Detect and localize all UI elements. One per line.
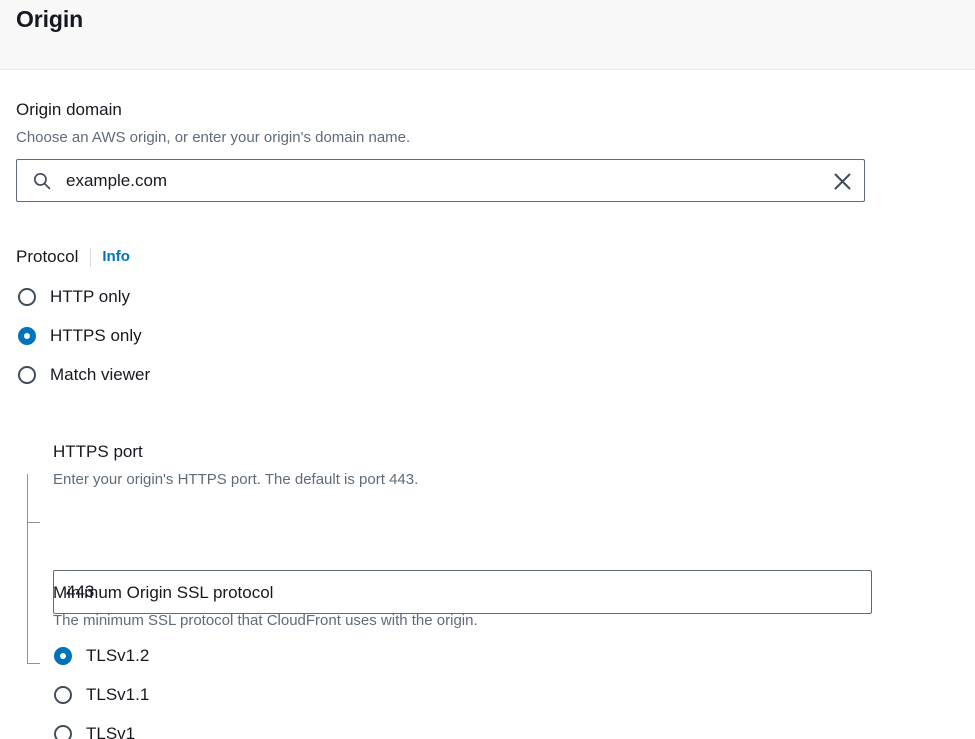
origin-domain-description: Choose an AWS origin, or enter your orig… <box>16 128 410 148</box>
origin-settings-panel: Origin Origin domain Choose an AWS origi… <box>0 0 975 739</box>
radio-label: HTTPS only <box>50 325 142 347</box>
page-title: Origin <box>16 5 83 33</box>
origin-domain-input-value[interactable]: example.com <box>66 169 167 193</box>
close-icon[interactable] <box>831 170 854 193</box>
radio-label: TLSv1 <box>86 723 135 739</box>
origin-domain-input-wrapper[interactable]: example.com <box>16 159 865 202</box>
radio-protocol-http-only[interactable]: HTTP only <box>18 285 130 309</box>
min-ssl-protocol-description: The minimum SSL protocol that CloudFront… <box>53 611 478 631</box>
radio-label: TLSv1.1 <box>86 684 149 706</box>
tree-connector-branch-https-port <box>27 522 40 523</box>
radio-min-ssl-tlsv1[interactable]: TLSv1 <box>54 722 135 739</box>
https-port-description: Enter your origin's HTTPS port. The defa… <box>53 470 418 490</box>
tree-connector-vertical <box>27 474 28 664</box>
radio-label: TLSv1.2 <box>86 645 149 667</box>
radio-min-ssl-tlsv11[interactable]: TLSv1.1 <box>54 683 149 707</box>
min-ssl-protocol-label: Minimum Origin SSL protocol <box>53 582 478 604</box>
radio-icon[interactable] <box>18 288 36 306</box>
radio-protocol-https-only[interactable]: HTTPS only <box>18 324 142 348</box>
protocol-info-link[interactable]: Info <box>102 247 130 267</box>
radio-icon-selected[interactable] <box>54 647 72 665</box>
https-port-field: HTTPS port Enter your origin's HTTPS por… <box>53 441 418 490</box>
https-port-label: HTTPS port <box>53 441 418 463</box>
radio-icon[interactable] <box>18 366 36 384</box>
radio-label: HTTP only <box>50 286 130 308</box>
radio-min-ssl-tlsv12[interactable]: TLSv1.2 <box>54 644 149 668</box>
search-icon <box>32 171 52 191</box>
radio-protocol-match-viewer[interactable]: Match viewer <box>18 363 150 387</box>
label-divider <box>90 248 91 267</box>
min-ssl-protocol-field: Minimum Origin SSL protocol The minimum … <box>53 582 478 631</box>
origin-domain-label: Origin domain <box>16 99 410 121</box>
tree-connector-branch-min-ssl <box>27 663 40 664</box>
protocol-label: Protocol <box>16 246 78 268</box>
radio-icon[interactable] <box>54 686 72 704</box>
origin-domain-field: Origin domain Choose an AWS origin, or e… <box>16 99 410 148</box>
protocol-label-row: Protocol Info <box>16 246 130 268</box>
radio-icon-selected[interactable] <box>18 327 36 345</box>
radio-icon[interactable] <box>54 725 72 739</box>
panel-header: Origin <box>0 0 975 70</box>
radio-label: Match viewer <box>50 364 150 386</box>
